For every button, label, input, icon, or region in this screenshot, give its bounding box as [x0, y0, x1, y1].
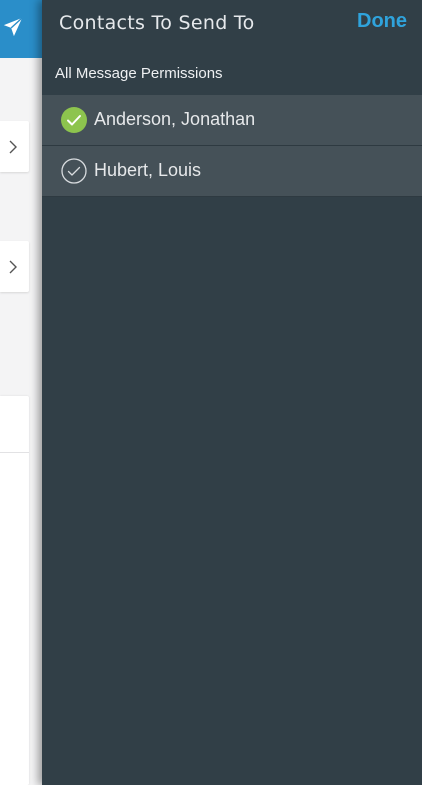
background-header [0, 0, 42, 58]
contact-row-hubert[interactable]: Hubert, Louis [42, 146, 422, 197]
section-label: All Message Permissions [55, 65, 223, 82]
contact-name: Hubert, Louis [94, 160, 202, 180]
background-card[interactable] [0, 241, 29, 292]
chevron-right-icon [9, 260, 17, 274]
contact-list: Anderson, Jonathan Hubert, Louis [42, 95, 422, 197]
background-page [0, 0, 42, 785]
background-panel [0, 396, 29, 785]
contacts-drawer: Contacts To Send To Done All Message Per… [42, 0, 422, 785]
send-icon[interactable] [2, 16, 24, 38]
contact-name: Anderson, Jonathan [94, 109, 256, 129]
drawer-title: Contacts To Send To [59, 12, 255, 34]
done-button[interactable]: Done [357, 10, 407, 33]
contact-row-anderson[interactable]: Anderson, Jonathan [42, 95, 422, 146]
background-card[interactable] [0, 121, 29, 172]
check-circle-filled-icon[interactable] [61, 107, 87, 133]
check-circle-outline-icon[interactable] [61, 158, 87, 184]
chevron-right-icon [9, 140, 17, 154]
drawer-header: Contacts To Send To Done [42, 0, 422, 60]
divider [0, 452, 29, 453]
